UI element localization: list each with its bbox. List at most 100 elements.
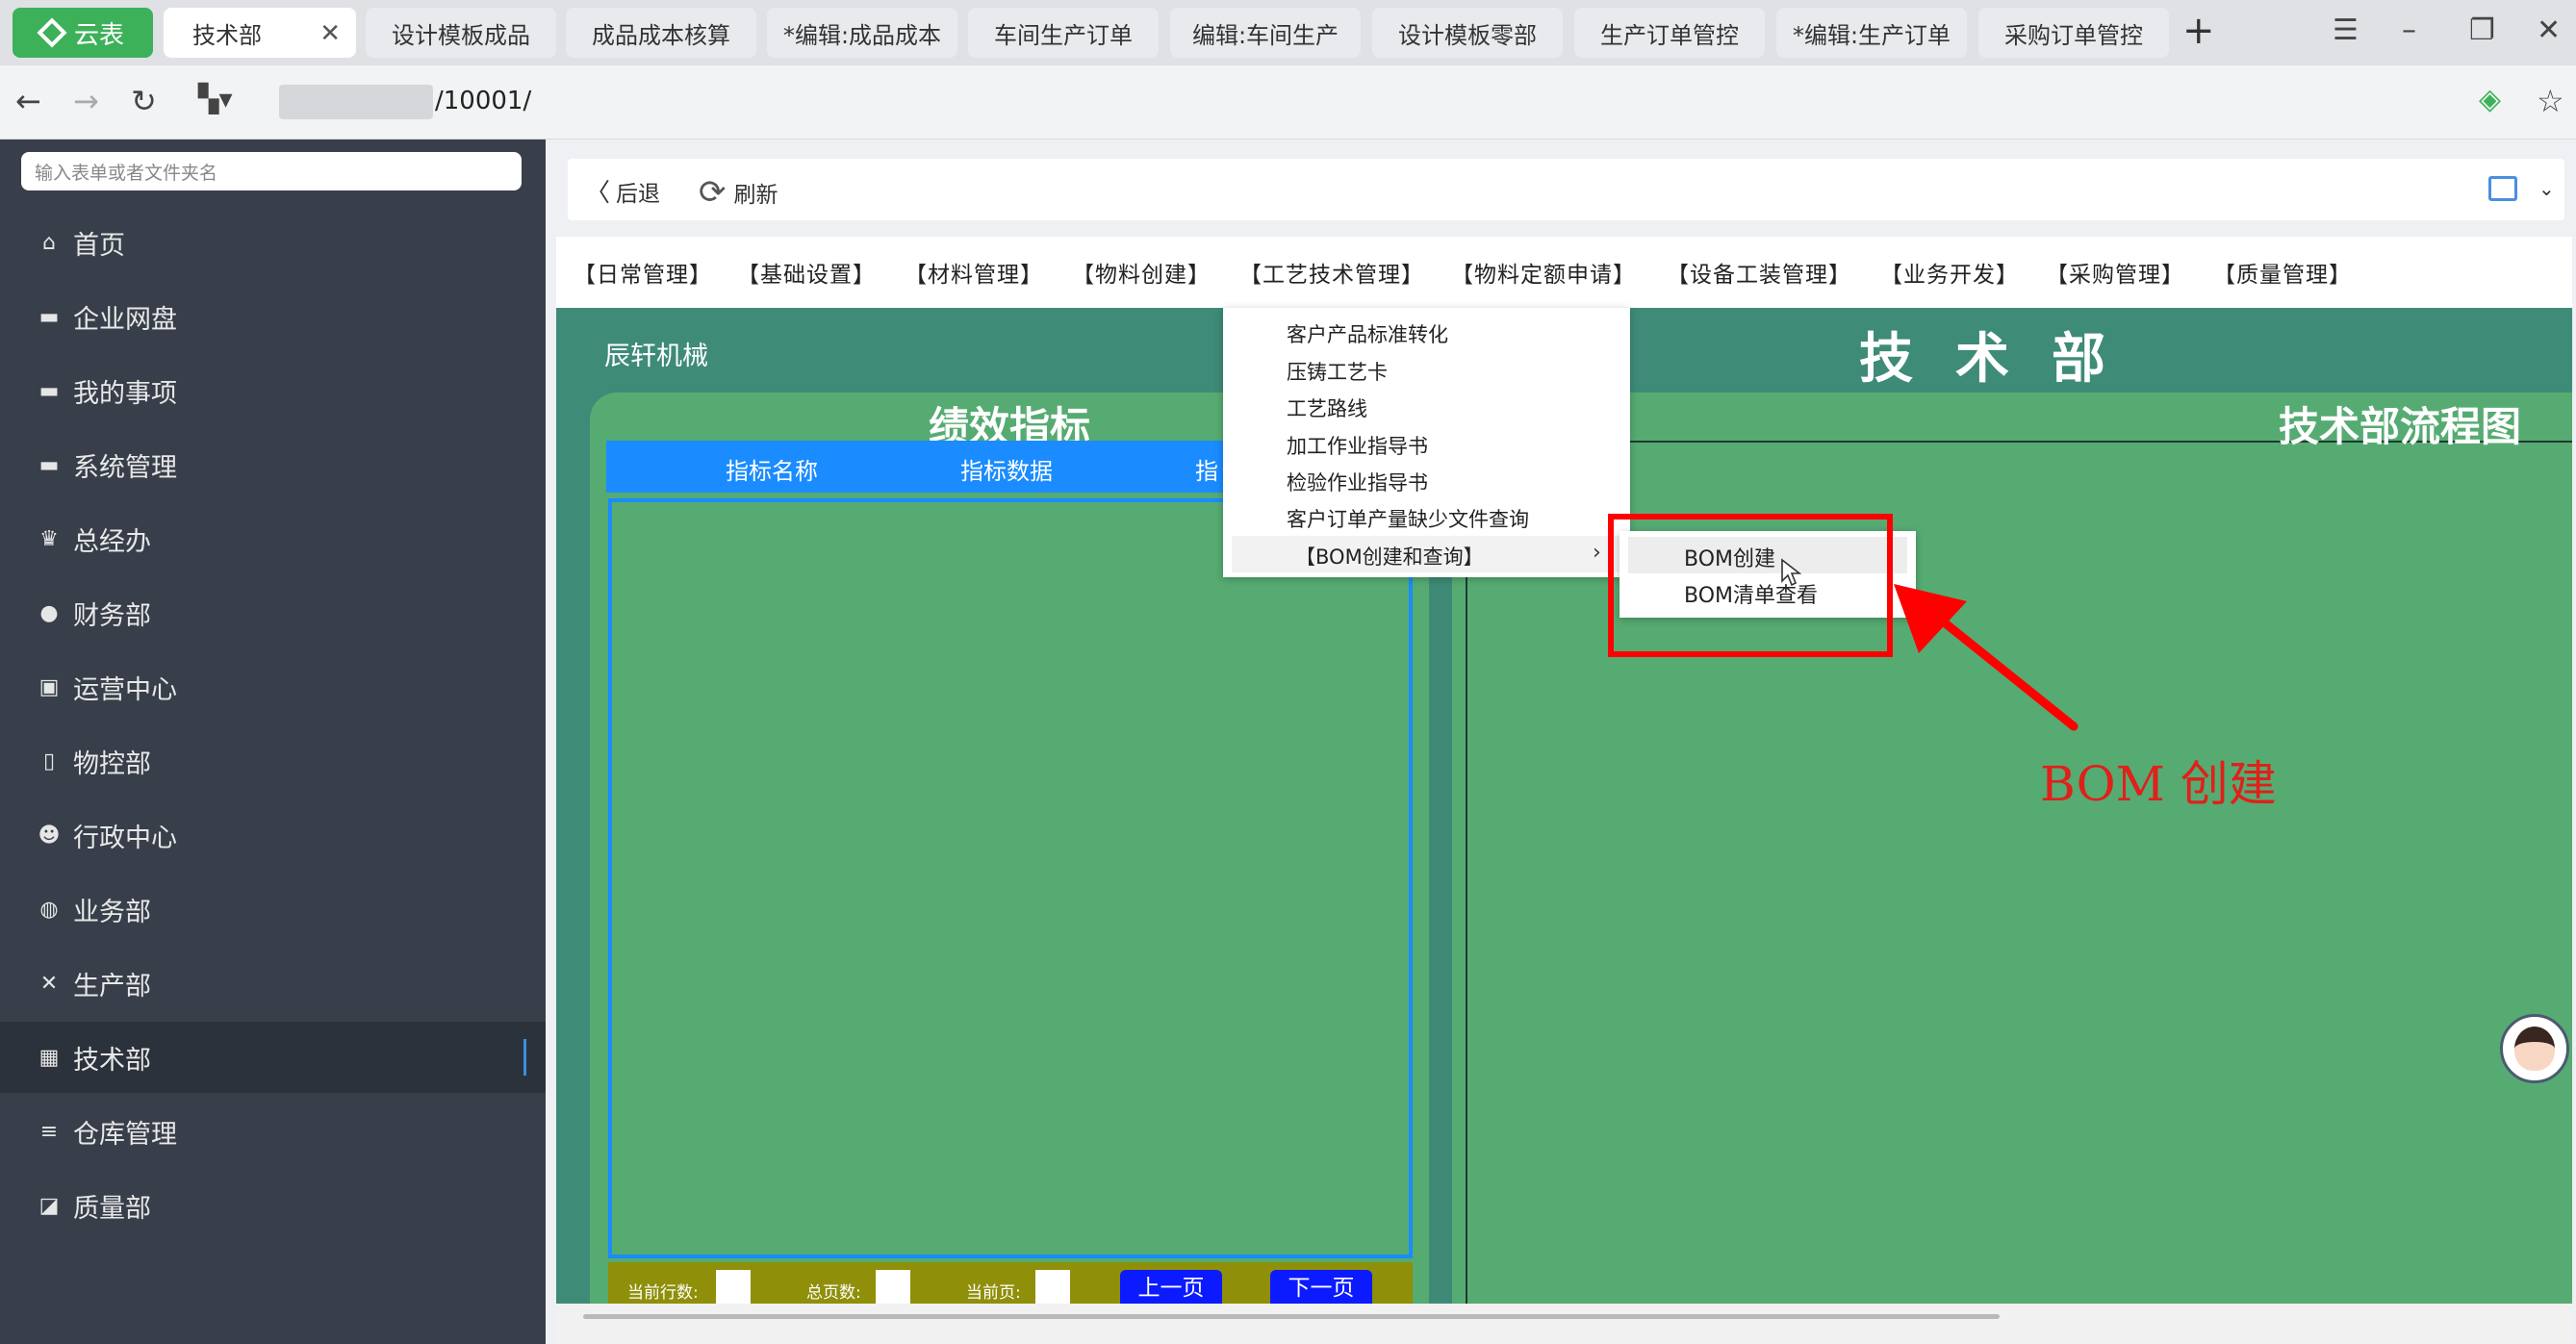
chevron-left-icon: 〈 xyxy=(585,179,611,208)
sidebar-item-home[interactable]: ⌂ 首页 xyxy=(0,207,546,278)
tab[interactable]: 设计模板零部 xyxy=(1372,8,1563,58)
prev-page-button[interactable]: 上一页 xyxy=(1120,1270,1222,1304)
brand-label: 云表 xyxy=(73,20,124,50)
tab[interactable]: 成品成本核算 xyxy=(566,8,756,58)
folder-icon: ▬ xyxy=(38,304,60,329)
menu-daily[interactable]: 【日常管理】 xyxy=(574,256,712,289)
restore-icon[interactable]: ❐ xyxy=(2469,13,2495,47)
tab[interactable]: 编辑:车间生产 xyxy=(1170,8,1361,58)
crown-icon: ♛ xyxy=(39,526,59,551)
menu-item-machining-guide[interactable]: 加工作业指导书 xyxy=(1287,431,1428,460)
menu-quota[interactable]: 【物料定额申请】 xyxy=(1451,256,1636,289)
column-header: 指标数据 xyxy=(960,458,1053,485)
highlight-box xyxy=(1608,514,1893,657)
folder-icon: ▬ xyxy=(38,452,60,477)
annotation-arrow-icon xyxy=(1894,584,2079,731)
sidebar-item-warehouse[interactable]: ≡ 仓库管理 xyxy=(0,1096,546,1167)
tab[interactable]: 采购订单管控 xyxy=(1978,8,2169,58)
sidebar-item-netdisk[interactable]: ▬ 企业网盘 xyxy=(0,281,546,352)
sidebar-item-label: 仓库管理 xyxy=(73,1119,177,1150)
sidebar-item-admin[interactable]: ☻ 行政中心 xyxy=(0,799,546,871)
menu-process-tech[interactable]: 【工艺技术管理】 xyxy=(1239,256,1424,289)
tab-label: *编辑:生产订单 xyxy=(1792,21,1951,49)
home-icon: ⌂ xyxy=(42,230,56,255)
sidebar-item-finance[interactable]: ● 财务部 xyxy=(0,577,546,648)
column-header: 指标名称 xyxy=(726,458,818,485)
sidebar-item-label: 质量部 xyxy=(73,1193,151,1224)
star-icon[interactable]: ☆ xyxy=(2537,83,2564,119)
sidebar-item-label: 物控部 xyxy=(73,748,151,779)
tab[interactable]: 车间生产订单 xyxy=(968,8,1159,58)
sidebar-item-gm-office[interactable]: ♛ 总经办 xyxy=(0,503,546,574)
brand-button[interactable]: 云表 xyxy=(13,8,153,58)
forward-arrow-icon[interactable]: → xyxy=(73,83,99,119)
sidebar-item-label: 系统管理 xyxy=(73,452,177,483)
menu-materials[interactable]: 【材料管理】 xyxy=(905,256,1043,289)
tab-label: 采购订单管控 xyxy=(2004,21,2143,49)
sidebar-item-quality[interactable]: ◪ 质量部 xyxy=(0,1170,546,1241)
address-field[interactable]: /10001/ xyxy=(435,87,531,115)
annotation-label: BOM 创建 xyxy=(2040,756,2277,812)
globe-icon: ◍ xyxy=(39,897,59,922)
menu-purchasing[interactable]: 【采购管理】 xyxy=(2046,256,2184,289)
tab-label: 生产订单管控 xyxy=(1600,21,1739,49)
monitor-icon[interactable] xyxy=(2488,176,2517,201)
refresh-button[interactable]: ⟳ 刷新 xyxy=(699,173,778,212)
sidebar-item-label: 总经办 xyxy=(73,526,151,557)
tab-active[interactable]: 技术部 ✕ xyxy=(164,8,356,58)
sidebar-item-material-control[interactable]: ▯ 物控部 xyxy=(0,725,546,797)
pager-current-label: 当前页: xyxy=(966,1283,1021,1303)
assistant-avatar[interactable] xyxy=(2500,1014,2569,1083)
menu-equipment[interactable]: 【设备工装管理】 xyxy=(1667,256,1851,289)
extension-icon[interactable]: ◈ xyxy=(2479,83,2501,116)
next-page-button[interactable]: 下一页 xyxy=(1270,1270,1372,1304)
sidebar-item-tech[interactable]: ▦ 技术部 xyxy=(0,1022,546,1093)
back-label: 后退 xyxy=(616,181,661,207)
sidebar-item-business[interactable]: ◍ 业务部 xyxy=(0,874,546,945)
minimize-icon[interactable]: – xyxy=(2402,13,2416,47)
menu-item-inspection-guide[interactable]: 检验作业指导书 xyxy=(1287,468,1428,496)
reload-icon[interactable]: ↻ xyxy=(131,83,157,119)
tab-label: 车间生产订单 xyxy=(994,21,1133,49)
new-tab-button[interactable]: + xyxy=(2182,12,2215,50)
scrollbar-thumb[interactable] xyxy=(583,1314,2000,1319)
tab-label: 编辑:车间生产 xyxy=(1191,21,1339,49)
horizontal-scrollbar[interactable] xyxy=(556,1304,2572,1344)
menu-item-create[interactable]: 【物料创建】 xyxy=(1072,256,1211,289)
sidebar-item-label: 生产部 xyxy=(73,971,151,1002)
close-icon[interactable]: ✕ xyxy=(2537,13,2561,47)
menu-item-standard-convert[interactable]: 客户产品标准转化 xyxy=(1287,319,1448,348)
tab[interactable]: 生产订单管控 xyxy=(1574,8,1765,58)
current-page-input[interactable] xyxy=(1035,1270,1070,1304)
sidebar-item-label: 技术部 xyxy=(73,1045,151,1076)
sidebar-item-label: 财务部 xyxy=(73,600,151,631)
sidebar-item-label: 首页 xyxy=(73,230,125,261)
menu-item-die-casting-card[interactable]: 压铸工艺卡 xyxy=(1287,357,1388,386)
tab[interactable]: 设计模板成品 xyxy=(366,8,556,58)
pager-pages-label: 总页数: xyxy=(806,1283,861,1303)
avatar-face-icon xyxy=(2514,1027,2555,1071)
sidebar-item-my-tasks[interactable]: ▬ 我的事项 xyxy=(0,355,546,426)
pages-input[interactable] xyxy=(876,1270,910,1304)
back-arrow-icon[interactable]: ← xyxy=(15,83,41,119)
menu-basic-settings[interactable]: 【基础设置】 xyxy=(737,256,876,289)
menu-business-dev[interactable]: 【业务开发】 xyxy=(1880,256,2019,289)
apps-icon[interactable]: ▚▾ xyxy=(198,83,233,114)
chevron-down-icon[interactable]: ⌄ xyxy=(2538,177,2555,200)
back-button[interactable]: 〈 后退 xyxy=(585,173,660,209)
tab-close-icon[interactable]: ✕ xyxy=(319,19,341,48)
tab[interactable]: *编辑:成品成本 xyxy=(767,8,957,58)
sidebar-item-production[interactable]: ✕ 生产部 xyxy=(0,948,546,1019)
money-bag-icon: ● xyxy=(39,600,59,625)
tab[interactable]: *编辑:生产订单 xyxy=(1776,8,1967,58)
menu-quality[interactable]: 【质量管理】 xyxy=(2213,256,2352,289)
search-input[interactable]: 输入表单或者文件夹名 xyxy=(21,152,522,190)
chevron-right-icon: › xyxy=(1593,541,1601,565)
sidebar-item-system[interactable]: ▬ 系统管理 xyxy=(0,429,546,500)
tab-label: *编辑:成品成本 xyxy=(782,21,942,49)
rows-input[interactable] xyxy=(716,1270,751,1304)
sidebar-item-operations[interactable]: ▣ 运营中心 xyxy=(0,651,546,723)
menu-item-process-route[interactable]: 工艺路线 xyxy=(1287,393,1367,422)
menu-item-missing-docs-query[interactable]: 客户订单产量缺少文件查询 xyxy=(1287,504,1529,533)
menu-icon[interactable]: ☰ xyxy=(2333,13,2359,47)
